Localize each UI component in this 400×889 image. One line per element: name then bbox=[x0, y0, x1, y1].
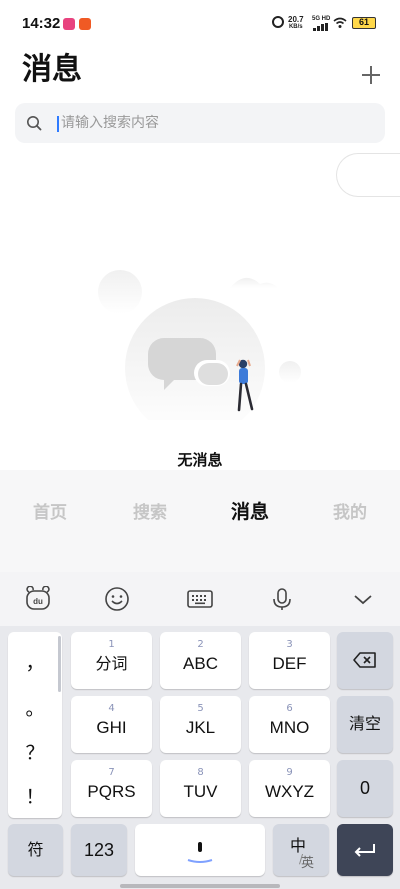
numeric-button[interactable]: 123 bbox=[71, 824, 127, 876]
key-8[interactable]: 8 TUV bbox=[160, 760, 241, 817]
key-number: 9 bbox=[286, 767, 293, 778]
symbol-button[interactable]: 符 bbox=[8, 824, 63, 876]
clear-label: 清空 bbox=[348, 714, 381, 733]
emoji-icon[interactable] bbox=[103, 586, 131, 612]
key-label: WXYZ bbox=[264, 782, 315, 801]
key-2[interactable]: 2 ABC bbox=[160, 632, 241, 689]
chevron-down-icon[interactable] bbox=[349, 586, 377, 612]
numeric-label: 123 bbox=[83, 840, 115, 860]
soft-keyboard: du ， 。 ？ ！ 1 分词 2 ABC 3 DEF 4 GHI 5 JKL … bbox=[0, 572, 400, 889]
net-speed: 20.7 KB/s bbox=[288, 16, 304, 31]
microphone-icon[interactable] bbox=[268, 586, 296, 612]
keyboard-icon[interactable] bbox=[186, 586, 214, 612]
key-number: 1 bbox=[108, 639, 115, 650]
key-label: GHI bbox=[96, 718, 127, 737]
language-switch-button[interactable]: 中 / 英 bbox=[273, 824, 329, 876]
battery-level: 61 bbox=[358, 17, 369, 27]
punct-exclaim[interactable]: ！ bbox=[8, 782, 62, 809]
nav-item-me[interactable]: 我的 bbox=[310, 498, 390, 523]
floating-side-tab[interactable] bbox=[336, 153, 400, 197]
lang-alt-label: 英 bbox=[301, 856, 315, 871]
page-title: 消息 bbox=[22, 52, 82, 87]
nav-item-home[interactable]: 首页 bbox=[10, 498, 90, 523]
baidu-logo-icon[interactable]: du bbox=[24, 586, 52, 612]
symbol-label: 符 bbox=[27, 840, 44, 859]
text-caret bbox=[57, 116, 59, 132]
battery-icon: 61 bbox=[352, 17, 376, 29]
punct-period[interactable]: 。 bbox=[8, 694, 62, 721]
punct-question[interactable]: ？ bbox=[8, 738, 62, 765]
key-label: PQRS bbox=[87, 782, 136, 801]
wifi-icon bbox=[333, 17, 347, 32]
key-3[interactable]: 3 DEF bbox=[249, 632, 330, 689]
status-bar: 14:32 20.7 KB/s 5G HD 61 bbox=[0, 0, 400, 46]
punct-comma[interactable]: ， bbox=[8, 648, 62, 675]
key-number: 8 bbox=[197, 767, 204, 778]
nav-item-messages[interactable]: 消息 bbox=[210, 497, 290, 524]
empty-messages-illustration bbox=[98, 270, 301, 420]
key-label: JKL bbox=[185, 718, 216, 737]
network-type: 5G HD bbox=[312, 16, 331, 22]
space-button[interactable] bbox=[135, 824, 265, 876]
key-9[interactable]: 9 WXYZ bbox=[249, 760, 330, 817]
search-input[interactable] bbox=[61, 112, 361, 134]
key-0[interactable]: 0 bbox=[337, 760, 393, 817]
net-speed-unit: KB/s bbox=[288, 24, 303, 30]
key-number: 6 bbox=[286, 703, 293, 714]
key-number: 7 bbox=[108, 767, 115, 778]
key-1[interactable]: 1 分词 bbox=[71, 632, 152, 689]
enter-icon bbox=[354, 844, 375, 857]
key-label: 分词 bbox=[95, 654, 128, 673]
add-button[interactable] bbox=[358, 62, 384, 88]
key-label: 0 bbox=[359, 778, 370, 798]
key-number: 4 bbox=[108, 703, 115, 714]
notification-app-icon bbox=[79, 18, 91, 30]
bottom-nav: 首页 搜索 消息 我的 bbox=[0, 470, 400, 572]
punctuation-scrollbar[interactable] bbox=[58, 636, 61, 692]
key-6[interactable]: 6 MNO bbox=[249, 696, 330, 753]
notification-app-icon bbox=[63, 18, 75, 30]
key-label: ABC bbox=[183, 654, 218, 673]
microphone-icon bbox=[187, 842, 213, 863]
empty-state-text: 无消息 bbox=[177, 451, 223, 469]
backspace-button[interactable] bbox=[337, 632, 393, 689]
key-label: MNO bbox=[269, 718, 310, 737]
status-time: 14:32 bbox=[22, 15, 61, 32]
key-label: DEF bbox=[272, 654, 307, 673]
key-4[interactable]: 4 GHI bbox=[71, 696, 152, 753]
enter-button[interactable] bbox=[337, 824, 393, 876]
key-7[interactable]: 7 PQRS bbox=[71, 760, 152, 817]
net-speed-value: 20.7 bbox=[288, 15, 304, 24]
key-5[interactable]: 5 JKL bbox=[160, 696, 241, 753]
nav-item-search[interactable]: 搜索 bbox=[110, 498, 190, 523]
signal-icon bbox=[313, 23, 329, 31]
home-indicator[interactable] bbox=[120, 884, 280, 888]
backspace-icon bbox=[353, 652, 376, 668]
key-label: TUV bbox=[183, 782, 218, 801]
key-number: 3 bbox=[286, 639, 293, 650]
key-number: 5 bbox=[197, 703, 204, 714]
punctuation-column: ， 。 ？ ！ bbox=[8, 632, 62, 818]
clear-button[interactable]: 清空 bbox=[337, 696, 393, 753]
search-bar[interactable] bbox=[15, 103, 385, 143]
svg-text:du: du bbox=[33, 597, 43, 606]
key-number: 2 bbox=[197, 639, 204, 650]
search-icon bbox=[27, 116, 42, 131]
alarm-icon bbox=[272, 16, 284, 28]
keyboard-toolbar: du bbox=[0, 572, 400, 626]
